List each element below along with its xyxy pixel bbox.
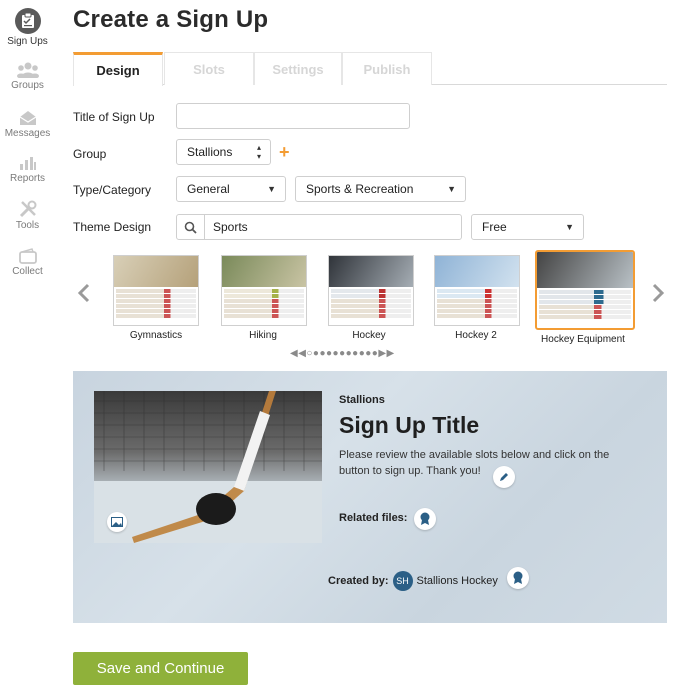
preview-description: Please review the available slots below … <box>339 449 610 477</box>
theme-preview-image <box>329 256 413 287</box>
page-title: Create a Sign Up <box>73 6 269 33</box>
preview-group-name: Stallions <box>339 394 385 406</box>
bar-chart-icon <box>19 157 36 170</box>
theme-label-hockey-2: Hockey 2 <box>455 330 497 341</box>
sidebar-item-groups[interactable]: Groups <box>0 62 55 91</box>
edit-pencil-icon[interactable] <box>493 466 515 488</box>
type-select-value: General <box>187 182 230 196</box>
chevron-down-icon: ▼ <box>267 184 276 194</box>
clipboard-icon <box>14 8 41 34</box>
group-select-value: Stallions <box>187 145 233 159</box>
theme-preview-image <box>435 256 519 287</box>
chevron-down-icon: ▼ <box>565 222 574 232</box>
theme-thumb-gymnastics[interactable] <box>113 255 199 326</box>
price-filter-value: Free <box>482 220 507 234</box>
sidebar-item-label: Messages <box>4 128 51 139</box>
chevron-down-icon: ▼ <box>447 184 456 194</box>
title-input[interactable] <box>176 103 410 129</box>
theme-preview-image <box>537 252 633 288</box>
carousel-next-arrow-icon[interactable] <box>650 283 666 303</box>
sidebar-item-label: Sign Ups <box>7 36 48 47</box>
creator-name: Stallions Hockey <box>416 575 498 587</box>
tab-settings[interactable]: Settings <box>254 52 342 85</box>
theme-search-input[interactable]: Sports <box>176 214 462 240</box>
tab-design[interactable]: Design <box>73 52 163 86</box>
created-by-label: Created by: <box>328 575 389 587</box>
add-group-icon[interactable]: + <box>279 143 290 161</box>
theme-label-hiking: Hiking <box>249 330 277 341</box>
up-down-arrows-icon: ▴ ▾ <box>256 143 261 161</box>
related-files-label: Related files: <box>339 512 408 524</box>
sidebar-item-sign-ups[interactable]: Sign Ups <box>0 8 55 47</box>
group-label: Group <box>73 147 107 161</box>
tab-bar: Design Slots Settings Publish <box>73 52 667 86</box>
sidebar-item-tools[interactable]: Tools <box>0 200 55 231</box>
avatar: SH <box>392 571 413 591</box>
group-select[interactable]: Stallions ▴ ▾ <box>176 139 271 165</box>
theme-label-hockey-equipment: Hockey Equipment <box>541 334 625 345</box>
sidebar-item-label: Reports <box>9 173 45 184</box>
carousel-prev-arrow-icon[interactable] <box>76 283 92 303</box>
theme-preview-image <box>114 256 198 287</box>
creator-edit-icon[interactable] <box>507 567 529 589</box>
sidebar: Sign Ups Groups Messages Reports Tools C… <box>0 0 55 688</box>
theme-label-hockey: Hockey <box>352 330 386 341</box>
theme-thumb-hockey[interactable] <box>328 255 414 326</box>
theme-preview-image <box>222 256 306 287</box>
category-select[interactable]: Sports & Recreation ▼ <box>295 176 466 202</box>
wallet-icon <box>18 248 37 264</box>
theme-search-value: Sports <box>213 220 248 234</box>
category-select-value: Sports & Recreation <box>306 182 414 196</box>
sidebar-item-reports[interactable]: Reports <box>0 155 55 184</box>
tools-icon <box>19 200 36 218</box>
tab-slots[interactable]: Slots <box>164 52 254 85</box>
sidebar-item-label: Tools <box>15 220 40 231</box>
header-image[interactable] <box>94 391 322 543</box>
theme-label: Theme Design <box>73 220 152 234</box>
search-icon <box>177 215 205 239</box>
envelope-icon <box>19 111 36 125</box>
theme-thumb-hiking[interactable] <box>221 255 307 326</box>
title-label: Title of Sign Up <box>73 110 155 124</box>
sidebar-item-messages[interactable]: Messages <box>0 110 55 139</box>
theme-label-gymnastics: Gymnastics <box>129 330 183 341</box>
add-file-icon[interactable] <box>414 508 436 530</box>
price-filter-select[interactable]: Free ▼ <box>471 214 584 240</box>
created-by: Created by: SH Stallions Hockey <box>328 571 498 591</box>
save-and-continue-button[interactable]: Save and Continue <box>73 652 248 685</box>
tab-publish[interactable]: Publish <box>342 52 432 85</box>
signup-preview: Stallions Sign Up Title Please review th… <box>73 371 667 623</box>
type-select[interactable]: General ▼ <box>176 176 286 202</box>
sidebar-item-label: Collect <box>12 266 43 277</box>
hockey-stick-puck-image <box>94 391 322 543</box>
theme-thumb-hockey-equipment[interactable] <box>535 250 635 330</box>
type-label: Type/Category <box>73 183 152 197</box>
carousel-pagination[interactable]: ◀◀○●●●●●●●●●●▶▶ <box>290 348 395 359</box>
theme-thumb-hockey-2[interactable] <box>434 255 520 326</box>
preview-title: Sign Up Title <box>339 412 480 438</box>
sidebar-item-collect[interactable]: Collect <box>0 248 55 277</box>
people-icon <box>16 62 39 78</box>
sidebar-item-label: Groups <box>11 80 44 91</box>
image-edit-icon[interactable] <box>107 512 127 532</box>
